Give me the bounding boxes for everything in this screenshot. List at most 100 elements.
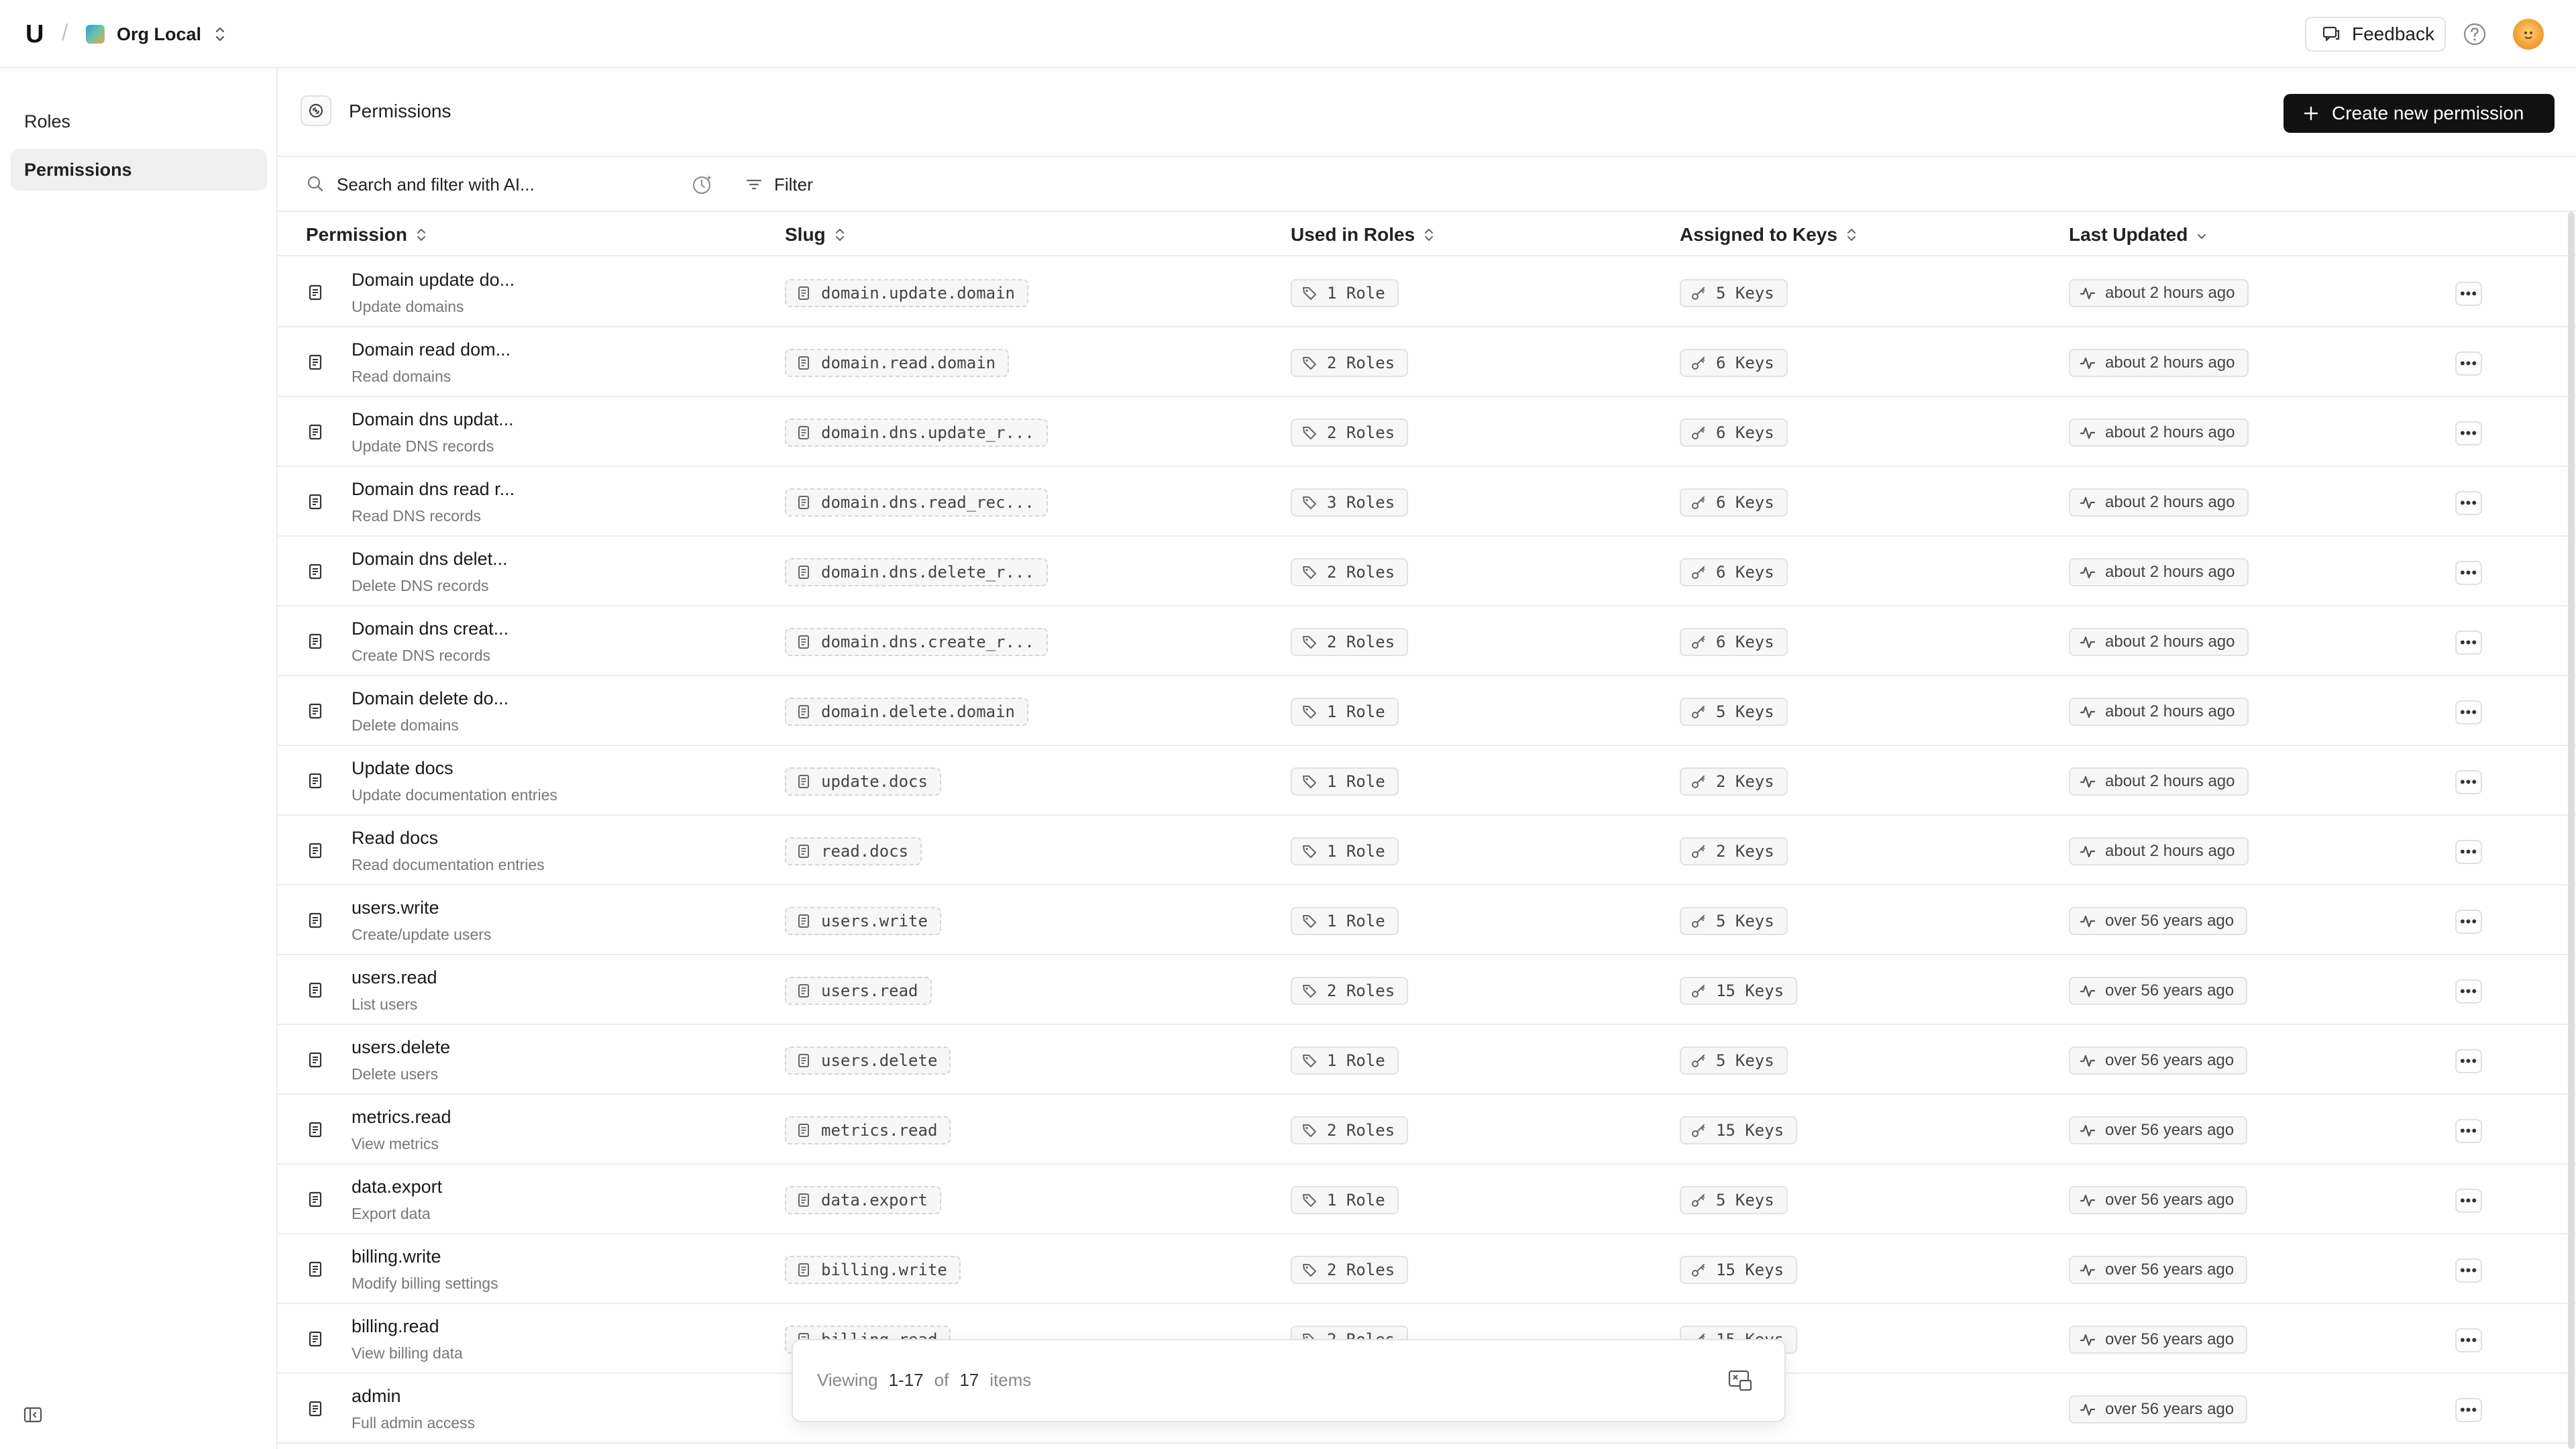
- keys-badge[interactable]: 5 Keys: [1680, 698, 1788, 726]
- app-logo[interactable]: U: [25, 20, 44, 49]
- last-updated-badge: about 2 hours ago: [2069, 767, 2249, 796]
- row-actions-button[interactable]: •••: [2455, 1258, 2482, 1283]
- roles-badge[interactable]: 3 Roles: [1291, 488, 1409, 517]
- slug-badge[interactable]: users.read: [785, 977, 932, 1005]
- row-actions-button[interactable]: •••: [2455, 1049, 2482, 1073]
- row-actions-button[interactable]: •••: [2455, 1189, 2482, 1213]
- collapse-sidebar-icon[interactable]: [23, 1405, 43, 1425]
- table-row[interactable]: Domain update do... Update domains domain.…: [278, 258, 2576, 327]
- table-row[interactable]: billing.write Modify billing settings bill…: [278, 1234, 2576, 1304]
- column-header-slug[interactable]: Slug: [785, 224, 846, 246]
- row-actions-button[interactable]: •••: [2455, 1119, 2482, 1143]
- column-header-assigned-to-keys[interactable]: Assigned to Keys: [1680, 224, 1858, 246]
- table-row[interactable]: Domain dns creat... Create DNS records dom…: [278, 606, 2576, 676]
- ai-sparkle-icon[interactable]: [691, 173, 714, 196]
- slug-badge[interactable]: update.docs: [785, 767, 941, 796]
- roles-badge[interactable]: 2 Roles: [1291, 349, 1409, 377]
- keys-badge[interactable]: 2 Keys: [1680, 767, 1788, 796]
- slug-badge[interactable]: domain.dns.read_rec...: [785, 488, 1048, 517]
- table-row[interactable]: Domain delete do... Delete domains domain.…: [278, 676, 2576, 746]
- org-switcher[interactable]: Org Local: [86, 21, 227, 47]
- filter-button[interactable]: Filter: [745, 169, 813, 200]
- permission-description: Modify billing settings: [352, 1275, 498, 1292]
- keys-badge[interactable]: 5 Keys: [1680, 1186, 1788, 1214]
- roles-badge[interactable]: 2 Roles: [1291, 628, 1409, 656]
- table-row[interactable]: Domain dns updat... Update DNS records dom…: [278, 397, 2576, 467]
- keys-badge[interactable]: 6 Keys: [1680, 488, 1788, 517]
- table-row[interactable]: users.write Create/update users users.writ…: [278, 885, 2576, 955]
- slug-badge[interactable]: metrics.read: [785, 1116, 951, 1144]
- slug-badge[interactable]: domain.dns.create_r...: [785, 628, 1048, 656]
- row-actions-button[interactable]: •••: [2455, 700, 2482, 724]
- user-avatar[interactable]: [2513, 19, 2544, 50]
- table-row[interactable]: data.export Export data data.export 1 Role 5…: [278, 1165, 2576, 1234]
- keys-badge[interactable]: 15 Keys: [1680, 1116, 1798, 1144]
- column-header-last-updated[interactable]: Last Updated: [2069, 224, 2208, 246]
- row-actions-button[interactable]: •••: [2455, 282, 2482, 306]
- keys-badge[interactable]: 6 Keys: [1680, 419, 1788, 447]
- row-actions-button[interactable]: •••: [2455, 421, 2482, 445]
- roles-badge[interactable]: 2 Roles: [1291, 558, 1409, 586]
- slug-badge[interactable]: users.write: [785, 907, 941, 935]
- table-row[interactable]: Domain dns read r... Read DNS records doma…: [278, 467, 2576, 537]
- row-actions-button[interactable]: •••: [2455, 491, 2482, 515]
- row-actions-button[interactable]: •••: [2455, 561, 2482, 585]
- row-actions-button[interactable]: •••: [2455, 1398, 2482, 1422]
- row-actions-button[interactable]: •••: [2455, 352, 2482, 376]
- row-actions-button[interactable]: •••: [2455, 631, 2482, 655]
- keys-badge[interactable]: 6 Keys: [1680, 558, 1788, 586]
- help-icon[interactable]: [2462, 21, 2487, 47]
- keys-badge[interactable]: 5 Keys: [1680, 279, 1788, 307]
- table-row[interactable]: Read docs Read documentation entries read.…: [278, 816, 2576, 885]
- sidebar-item-permissions[interactable]: Permissions: [11, 149, 267, 191]
- minimize-pager-icon[interactable]: [1725, 1366, 1755, 1395]
- column-header-used-in-roles[interactable]: Used in Roles: [1291, 224, 1435, 246]
- roles-badge[interactable]: 1 Role: [1291, 907, 1399, 935]
- column-header-permission[interactable]: Permission: [306, 224, 427, 246]
- slug-badge[interactable]: read.docs: [785, 837, 922, 865]
- keys-badge[interactable]: 5 Keys: [1680, 907, 1788, 935]
- more-horizontal-icon: •••: [2459, 773, 2478, 790]
- keys-badge[interactable]: 15 Keys: [1680, 977, 1798, 1005]
- slug-badge[interactable]: domain.dns.delete_r...: [785, 558, 1048, 586]
- keys-badge[interactable]: 15 Keys: [1680, 1256, 1798, 1284]
- feedback-button[interactable]: Feedback: [2305, 17, 2446, 52]
- search-input[interactable]: [337, 168, 686, 201]
- slug-badge[interactable]: domain.read.domain: [785, 349, 1010, 377]
- roles-badge[interactable]: 1 Role: [1291, 837, 1399, 865]
- table-row[interactable]: users.read List users users.read 2 Roles 15 …: [278, 955, 2576, 1025]
- keys-badge[interactable]: 5 Keys: [1680, 1046, 1788, 1075]
- roles-badge[interactable]: 1 Role: [1291, 1186, 1399, 1214]
- table-row[interactable]: metrics.read View metrics metrics.read 2 Ro…: [278, 1095, 2576, 1165]
- roles-badge[interactable]: 2 Roles: [1291, 419, 1409, 447]
- keys-count: 15 Keys: [1716, 981, 1784, 1000]
- table-row[interactable]: Domain read dom... Read domains domain.rea…: [278, 327, 2576, 397]
- row-actions-button[interactable]: •••: [2455, 770, 2482, 794]
- row-actions-button[interactable]: •••: [2455, 840, 2482, 864]
- keys-badge[interactable]: 6 Keys: [1680, 349, 1788, 377]
- sidebar-item-roles[interactable]: Roles: [11, 101, 267, 142]
- roles-badge[interactable]: 1 Role: [1291, 698, 1399, 726]
- slug-badge[interactable]: domain.delete.domain: [785, 698, 1028, 726]
- roles-badge[interactable]: 2 Roles: [1291, 1256, 1409, 1284]
- roles-badge[interactable]: 1 Role: [1291, 279, 1399, 307]
- slug-badge[interactable]: domain.update.domain: [785, 279, 1028, 307]
- roles-badge[interactable]: 2 Roles: [1291, 1116, 1409, 1144]
- row-actions-button[interactable]: •••: [2455, 1328, 2482, 1352]
- table-row[interactable]: users.delete Delete users users.delete 1 Ro…: [278, 1025, 2576, 1095]
- row-actions-button[interactable]: •••: [2455, 910, 2482, 934]
- keys-badge[interactable]: 2 Keys: [1680, 837, 1788, 865]
- slug-badge[interactable]: users.delete: [785, 1046, 951, 1075]
- slug-badge[interactable]: billing.write: [785, 1256, 961, 1284]
- roles-badge[interactable]: 1 Role: [1291, 767, 1399, 796]
- keys-badge[interactable]: 6 Keys: [1680, 628, 1788, 656]
- create-permission-button[interactable]: Create new permission: [2284, 94, 2555, 133]
- roles-badge[interactable]: 2 Roles: [1291, 977, 1409, 1005]
- table-row[interactable]: Update docs Update documentation entries u…: [278, 746, 2576, 816]
- roles-badge[interactable]: 1 Role: [1291, 1046, 1399, 1075]
- row-actions-button[interactable]: •••: [2455, 979, 2482, 1004]
- slug-badge[interactable]: domain.dns.update_r...: [785, 419, 1048, 447]
- slug-badge[interactable]: data.export: [785, 1186, 941, 1214]
- vertical-scrollbar[interactable]: [2568, 212, 2575, 1449]
- table-row[interactable]: Domain dns delet... Delete DNS records dom…: [278, 537, 2576, 606]
